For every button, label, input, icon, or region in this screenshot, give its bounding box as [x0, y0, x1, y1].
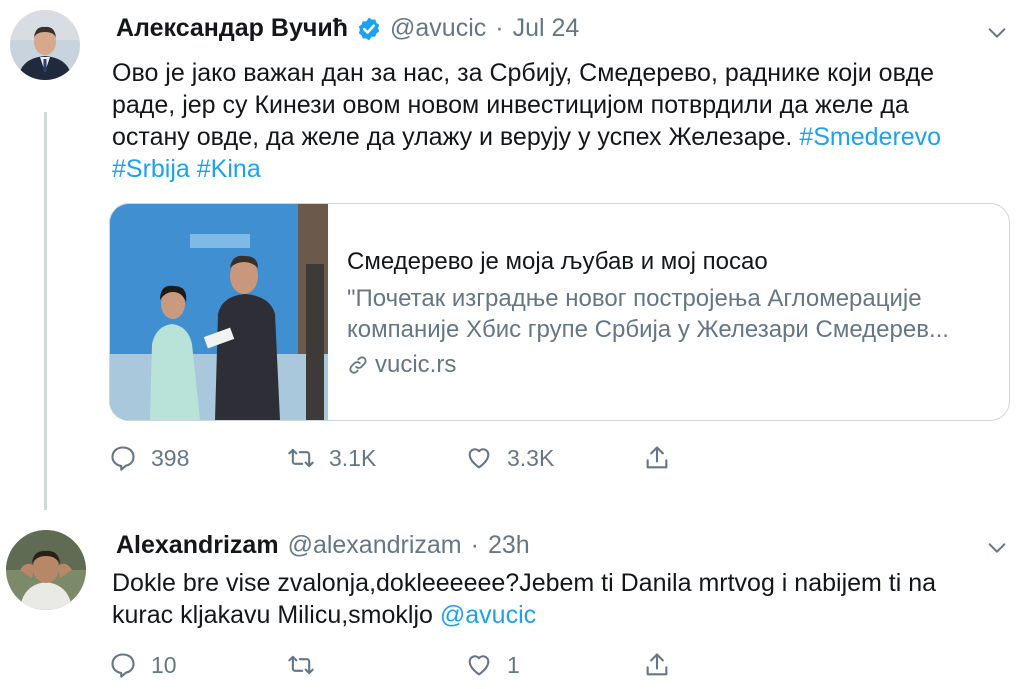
hashtag-link[interactable]: #Smederevo	[799, 123, 941, 151]
thread-line	[44, 112, 47, 510]
hashtag-link[interactable]: #Srbija	[112, 155, 190, 183]
retweet-icon	[288, 655, 314, 675]
retweet-count: 3.1K	[329, 444, 377, 471]
author-handle[interactable]: @alexandrizam	[288, 531, 462, 560]
verified-icon	[358, 17, 380, 40]
card-domain-text: vucic.rs	[375, 351, 457, 378]
share-button[interactable]	[643, 444, 821, 472]
like-count: 1	[507, 651, 520, 678]
avatar-photo	[10, 10, 80, 80]
reply-button[interactable]: 10	[109, 651, 287, 679]
card-description-line: компаније Хбис групе Србија у Железари С…	[347, 316, 949, 343]
share-icon	[646, 446, 668, 469]
link-preview-card[interactable]: Смедерево је моја љубав и мој посао "Поч…	[109, 203, 1010, 421]
tweet-text-span: остану овде, да желе да улажу и верују у…	[112, 123, 793, 151]
heart-icon	[468, 655, 490, 676]
tweet-text-span: kurac kljakavu Milicu,smokljo	[112, 601, 433, 629]
card-description: "Почетак изградње новог постројења Аглом…	[347, 283, 949, 345]
tweet-text-line: раде, јер су Кинези овом новом инвестици…	[112, 91, 909, 119]
mention-link[interactable]: @avucic	[440, 601, 536, 629]
card-description-line: "Почетак изградње новог постројења Аглом…	[347, 285, 922, 312]
tweet-header: Alexandrizam @alexandrizam · 23h	[116, 531, 530, 560]
tweet-original[interactable]: Александар Вучић @avucic · Jul 24 Ово је…	[0, 0, 1024, 510]
tweet-text-line: kurac kljakavu Milicu,smokljo @avucic	[112, 599, 1012, 631]
tweet-reply[interactable]: Alexandrizam @alexandrizam · 23h Dokle b…	[0, 510, 1024, 689]
author-handle[interactable]: @avucic	[390, 14, 486, 43]
tweet-text-line: остану овде, да желе да улажу и верују у…	[112, 121, 1012, 153]
avatar-photo	[6, 530, 86, 610]
chevron-down-icon[interactable]	[986, 537, 1008, 559]
tweet-text: Dokle bre vise zvalonja,dokleeeeee?Jebem…	[112, 567, 1012, 631]
tweet-actions: 398 3.1K 3.3K	[109, 444, 821, 472]
reply-icon	[111, 446, 135, 471]
card-title: Смедерево је моја љубав и мој посао	[347, 248, 768, 275]
retweet-button[interactable]	[287, 651, 465, 679]
like-button[interactable]: 1	[465, 651, 643, 679]
author-name[interactable]: Александар Вучић	[116, 14, 348, 43]
reply-count: 10	[151, 651, 177, 678]
reply-count: 398	[151, 444, 190, 471]
reply-icon	[111, 653, 135, 678]
card-thumbnail-image	[110, 204, 328, 420]
reply-button[interactable]: 398	[109, 444, 287, 472]
share-icon	[646, 653, 668, 676]
tweet-date[interactable]: Jul 24	[513, 14, 580, 43]
tweet-text-line: Ово је јако важан дан за нас, за Србију,…	[112, 59, 935, 87]
author-avatar[interactable]	[6, 530, 86, 610]
author-avatar[interactable]	[10, 10, 80, 80]
author-name[interactable]: Alexandrizam	[116, 531, 279, 560]
retweet-button[interactable]: 3.1K	[287, 444, 465, 472]
chevron-down-icon[interactable]	[986, 22, 1008, 44]
card-text: Смедерево је моја љубав и мој посао "Поч…	[347, 246, 949, 380]
tweet-actions: 10 1	[109, 651, 821, 679]
tweet-text-line: Dokle bre vise zvalonja,dokleeeeee?Jebem…	[112, 569, 937, 597]
card-domain: vucic.rs	[347, 349, 949, 380]
tweet-date[interactable]: 23h	[488, 531, 530, 560]
like-button[interactable]: 3.3K	[465, 444, 643, 472]
heart-icon	[468, 448, 490, 469]
dot-separator: ·	[470, 531, 479, 559]
hashtag-link[interactable]: #Kina	[197, 155, 261, 183]
tweet-text-line: #Srbija #Kina	[112, 153, 1012, 185]
tweet-text: Ово је јако важан дан за нас, за Србију,…	[112, 57, 1012, 185]
dot-separator: ·	[495, 14, 504, 42]
like-count: 3.3K	[507, 444, 555, 471]
retweet-icon	[288, 448, 314, 468]
tweet-header: Александар Вучић @avucic · Jul 24	[116, 14, 579, 43]
share-button[interactable]	[643, 651, 821, 679]
link-icon	[349, 355, 367, 374]
